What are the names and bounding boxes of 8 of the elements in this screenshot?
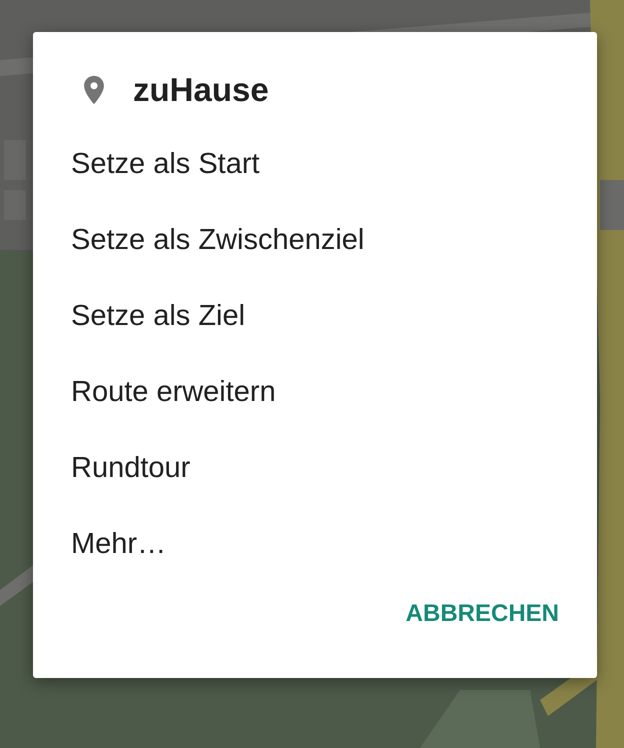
dialog-title: zuHause xyxy=(133,71,269,109)
menu-item[interactable]: Setze als Zwischenziel xyxy=(71,204,364,280)
cancel-button[interactable]: ABBRECHEN xyxy=(406,592,559,636)
menu-item[interactable]: Setze als Ziel xyxy=(71,280,246,356)
menu-item[interactable]: Setze als Start xyxy=(71,128,260,204)
menu-item[interactable]: Route erweitern xyxy=(71,356,276,432)
menu-item[interactable]: Rundtour xyxy=(71,432,190,508)
menu-item[interactable]: Mehr… xyxy=(71,508,166,584)
